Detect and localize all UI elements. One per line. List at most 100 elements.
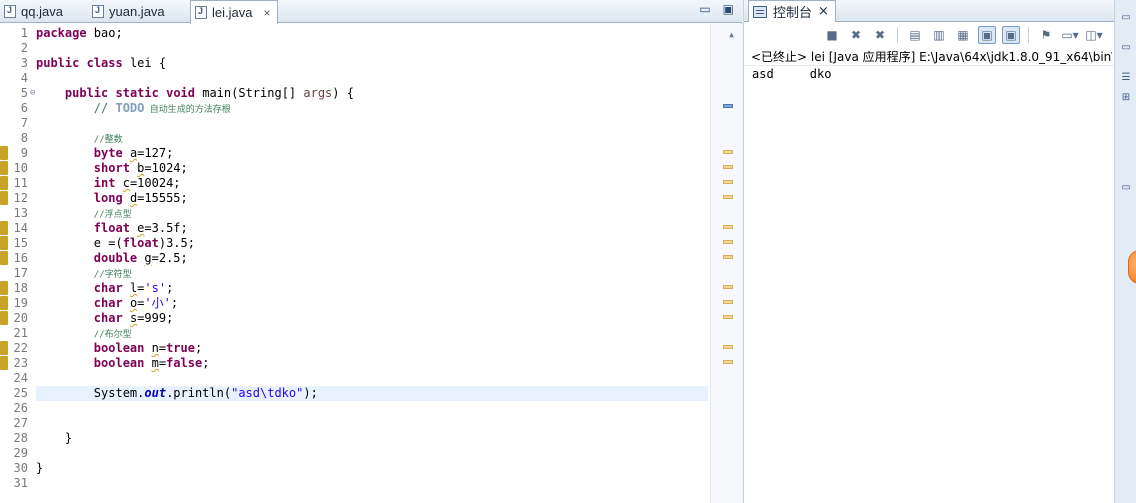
warning-icon[interactable]: [0, 341, 8, 355]
console-status: <已终止> lei [Java 应用程序] E:\Java\64x\jdk1.8…: [751, 50, 1112, 64]
tab-console[interactable]: 控制台 ×: [748, 0, 836, 22]
warning-marker[interactable]: [723, 240, 733, 244]
scroll-lock-icon[interactable]: ▥: [930, 26, 948, 44]
tab-label: qq.java: [21, 4, 63, 19]
outline-view-icon[interactable]: ☰: [1119, 72, 1133, 84]
tab-label: yuan.java: [109, 4, 165, 19]
code-line-30: }: [36, 461, 44, 475]
overview-ruler[interactable]: ▲: [710, 24, 742, 503]
line-number: 29: [13, 446, 28, 460]
line-number: 21: [13, 326, 28, 340]
code-line-21: //布尔型: [93, 330, 132, 340]
line-number: 14: [13, 221, 28, 235]
warning-icon[interactable]: [0, 146, 8, 160]
line-number: 19: [13, 296, 28, 310]
warning-marker[interactable]: [723, 315, 733, 319]
warning-icon[interactable]: [0, 251, 8, 265]
hierarchy-view-icon[interactable]: ⊞: [1119, 92, 1133, 104]
line-number: 5: [20, 86, 28, 100]
minimize-icon[interactable]: ▭: [699, 2, 710, 16]
line-number: 8: [20, 131, 28, 145]
warning-icon[interactable]: [0, 161, 8, 175]
console-tabbar: 控制台 ×: [744, 0, 1115, 22]
fold-toggle-icon[interactable]: ⊖: [30, 86, 35, 101]
line-number: 26: [13, 401, 28, 415]
warning-marker[interactable]: [723, 345, 733, 349]
line-number: 23: [13, 356, 28, 370]
warning-icon[interactable]: [0, 281, 8, 295]
toolbar-separator: [897, 27, 898, 43]
toolbar-separator: [1028, 27, 1029, 43]
restore-icon[interactable]: ▭: [1119, 42, 1133, 54]
open-console-icon[interactable]: ◫▾: [1085, 26, 1103, 44]
remove-all-icon[interactable]: ✖: [871, 26, 889, 44]
divider: [744, 65, 1115, 66]
show-on-stdout-icon[interactable]: ▣: [978, 26, 996, 44]
java-file-icon: [4, 5, 16, 18]
word-wrap-icon[interactable]: ▦: [954, 26, 972, 44]
restore-icon[interactable]: ▭: [1119, 182, 1133, 194]
close-icon[interactable]: ×: [263, 6, 270, 20]
warning-marker[interactable]: [723, 180, 733, 184]
line-number: 2: [20, 41, 28, 55]
code-line-13: //浮点型: [93, 210, 132, 220]
code-line-6: // TODO 自动生成的方法存根: [93, 101, 231, 115]
line-number: 28: [13, 431, 28, 445]
code-line-1: package bao;: [36, 26, 123, 40]
code-text[interactable]: package bao; public class lei { public s…: [36, 24, 708, 503]
maximize-icon[interactable]: ▣: [723, 2, 734, 16]
warning-marker[interactable]: [723, 255, 733, 259]
tab-yuan-java[interactable]: yuan.java: [88, 0, 188, 23]
line-number: 10: [13, 161, 28, 175]
warning-icon[interactable]: [0, 191, 8, 205]
console-pane: 控制台 × ■ ✖ ✖ ▤ ▥ ▦ ▣ ▣ ⚑ ▭▾ ◫▾ <已终止> lei …: [743, 0, 1115, 503]
warning-icon[interactable]: [0, 296, 8, 310]
tab-qq-java[interactable]: qq.java: [0, 0, 84, 23]
warning-marker[interactable]: [723, 285, 733, 289]
pin-console-icon[interactable]: ⚑: [1037, 26, 1055, 44]
line-number: 30: [13, 461, 28, 475]
tab-label: lei.java: [212, 5, 253, 20]
floating-badge-icon[interactable]: [1128, 250, 1136, 284]
warning-icon[interactable]: [0, 221, 8, 235]
warning-icon[interactable]: [0, 176, 8, 190]
code-line-3: public class lei {: [36, 56, 167, 70]
show-on-stderr-icon[interactable]: ▣: [1002, 26, 1020, 44]
line-number: 13: [13, 206, 28, 220]
code-line-14: float e=3.5f;: [93, 221, 188, 235]
close-icon[interactable]: ×: [818, 4, 829, 19]
warning-marker[interactable]: [723, 300, 733, 304]
code-line-12: long d=15555;: [93, 191, 188, 205]
code-line-28: }: [64, 431, 73, 445]
console-output[interactable]: asd dko: [752, 67, 831, 81]
line-number: 15: [13, 236, 28, 250]
restore-icon[interactable]: ▭: [1119, 12, 1133, 24]
stop-icon[interactable]: ■: [823, 26, 841, 44]
line-number: 18: [13, 281, 28, 295]
line-number: 3: [20, 56, 28, 70]
code-editor[interactable]: 1 2 3 4 5 ⊖ 6 7 8 9 10 11 12 13 14 15 16 17 18 19 20 21 22 23 24…: [0, 24, 742, 503]
task-marker[interactable]: [723, 104, 733, 108]
warning-marker[interactable]: [723, 165, 733, 169]
remove-launch-icon[interactable]: ✖: [847, 26, 865, 44]
warning-marker[interactable]: [723, 150, 733, 154]
line-number: 12: [13, 191, 28, 205]
line-number: 31: [13, 476, 28, 490]
warning-icon[interactable]: [0, 236, 8, 250]
warning-icon[interactable]: [0, 311, 8, 325]
warning-marker[interactable]: [723, 195, 733, 199]
warning-marker[interactable]: [723, 360, 733, 364]
line-number: 11: [13, 176, 28, 190]
display-console-icon[interactable]: ▭▾: [1061, 26, 1079, 44]
line-number: 17: [13, 266, 28, 280]
code-line-17: //字符型: [93, 270, 132, 280]
console-icon: [753, 5, 767, 18]
warning-marker[interactable]: [723, 225, 733, 229]
line-number: 4: [20, 71, 28, 85]
scroll-up-icon[interactable]: ▲: [729, 30, 734, 39]
clear-console-icon[interactable]: ▤: [906, 26, 924, 44]
line-number: 9: [20, 146, 28, 160]
warning-icon[interactable]: [0, 356, 8, 370]
tab-lei-java[interactable]: lei.java ×: [190, 0, 278, 24]
code-line-10: short b=1024;: [93, 161, 188, 175]
